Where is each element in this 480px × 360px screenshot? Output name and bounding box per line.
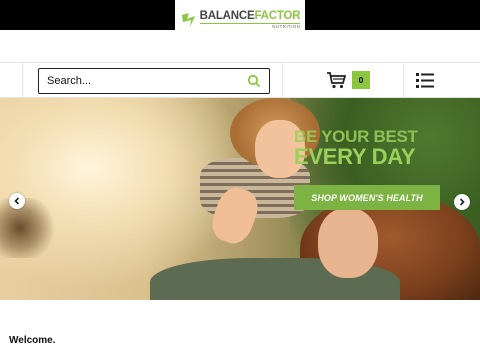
- logo-wordmark: BALANCEFACTOR: [199, 9, 301, 23]
- logo-tab: BALANCEFACTOR NUTRITION: [175, 0, 305, 40]
- carousel-next-button[interactable]: [454, 194, 470, 210]
- chevron-left-icon: [14, 197, 20, 205]
- logo-text: BALANCEFACTOR NUTRITION: [199, 9, 301, 30]
- logo-subtitle: NUTRITION: [199, 23, 301, 30]
- cart-count-badge: 0: [352, 71, 370, 89]
- hero-photo-mother-face: [318, 208, 378, 278]
- shop-womens-health-button[interactable]: SHOP WOMEN'S HEALTH: [294, 185, 440, 210]
- nav-divider: [403, 63, 404, 97]
- site-logo[interactable]: BALANCEFACTOR NUTRITION: [180, 9, 301, 30]
- logo-mark-icon: [181, 13, 195, 27]
- cart-button[interactable]: 0: [326, 71, 370, 89]
- hero-headline: BE YOUR BEST EVERY DAY: [294, 128, 418, 168]
- hero-headline-line-1: BE YOUR BEST: [294, 127, 418, 146]
- nav-divider: [282, 63, 283, 97]
- nav-divider: [22, 63, 23, 97]
- welcome-heading: Welcome.: [9, 335, 56, 346]
- logo-word-factor: FACTOR: [254, 9, 301, 22]
- logo-word-balance: BALANCE: [199, 9, 255, 22]
- nav-row: Search... 0: [0, 62, 480, 98]
- hero-headline-line-2: EVERY DAY: [294, 144, 416, 169]
- hero-foliage: [0, 198, 60, 258]
- search-icon[interactable]: [247, 74, 261, 88]
- search-placeholder: Search...: [47, 75, 92, 87]
- search-input[interactable]: Search...: [38, 68, 270, 94]
- cart-icon: [327, 72, 346, 89]
- carousel-prev-button[interactable]: [9, 193, 25, 209]
- chevron-right-icon: [459, 198, 465, 206]
- menu-list-icon[interactable]: [416, 73, 434, 88]
